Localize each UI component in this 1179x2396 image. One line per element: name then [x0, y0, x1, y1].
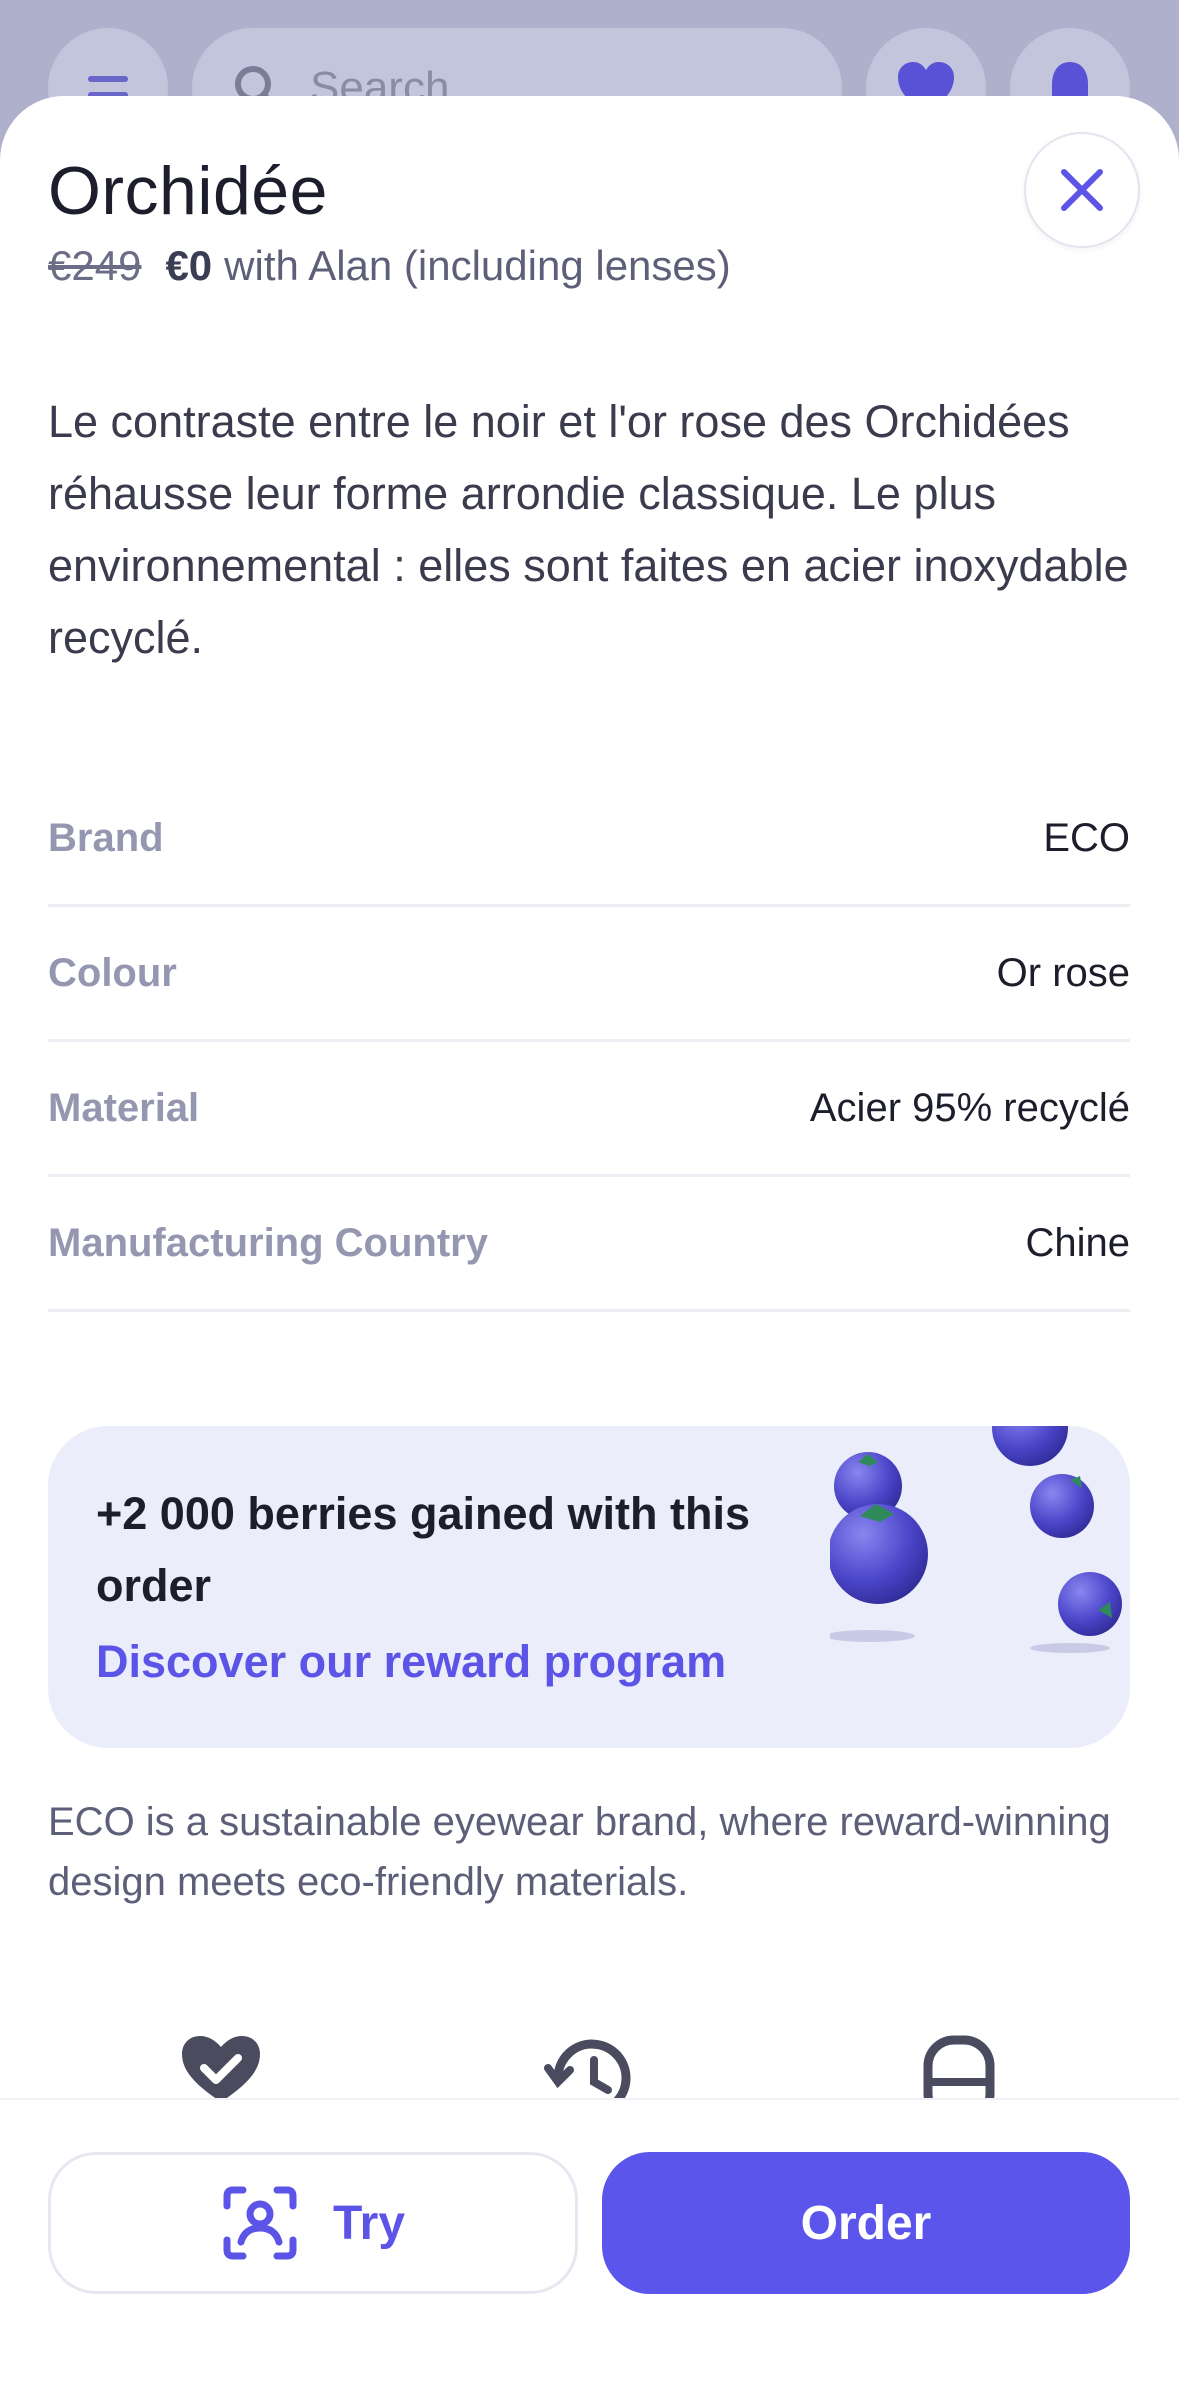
action-bar: Try Order	[0, 2098, 1179, 2396]
order-button[interactable]: Order	[602, 2152, 1130, 2294]
old-price: €249	[48, 242, 142, 289]
berries-illustration	[830, 1426, 1122, 1653]
transport-icon	[923, 2035, 995, 2102]
spec-value: Acier 95% recyclé	[809, 1085, 1130, 1130]
history-icon	[544, 2039, 631, 2102]
heart-check-icon	[182, 2036, 260, 2102]
spec-row-country: Manufacturing Country Chine	[48, 1177, 1130, 1312]
try-label: Try	[332, 2196, 406, 2250]
reward-title: +2 000 berries gained with this order	[96, 1488, 750, 1611]
spec-value: ECO	[1043, 815, 1130, 860]
spec-row-brand: Brand ECO	[48, 772, 1130, 907]
try-button[interactable]: Try	[48, 2152, 578, 2294]
price-line: €249 €0 with Alan (including lenses)	[48, 242, 731, 290]
spec-label: Colour	[48, 950, 177, 995]
spec-row-colour: Colour Or rose	[48, 907, 1130, 1042]
product-title: Orchidée	[48, 153, 328, 229]
price-note: with Alan (including lenses)	[224, 242, 731, 289]
reward-card[interactable]: +2 000 berries gained with this order Di…	[48, 1426, 1130, 1748]
new-price: €0	[165, 242, 213, 289]
close-icon	[1061, 169, 1103, 211]
product-sheet: Orchidée €249 €0 with Alan (including lens…	[0, 96, 1179, 2396]
face-scan-icon	[223, 2186, 297, 2260]
brand-description: ECO is a sustainable eyewear brand, wher…	[48, 1800, 1111, 1904]
spec-row-material: Material Acier 95% recyclé	[48, 1042, 1130, 1177]
reward-program-link[interactable]: Discover our reward program	[96, 1636, 726, 1688]
spec-label: Material	[48, 1085, 200, 1130]
order-label: Order	[800, 2196, 932, 2250]
spec-value: Chine	[1025, 1220, 1130, 1265]
product-description: Le contraste entre le noir et l'or rose …	[48, 396, 1129, 663]
spec-label: Manufacturing Country	[48, 1220, 488, 1265]
spec-label: Brand	[48, 815, 164, 860]
feature-icons-row	[0, 2032, 1179, 2102]
spec-list: Brand ECO Colour Or rose Material Acier …	[48, 772, 1130, 1312]
spec-value: Or rose	[996, 950, 1130, 995]
close-button[interactable]	[1024, 132, 1140, 248]
